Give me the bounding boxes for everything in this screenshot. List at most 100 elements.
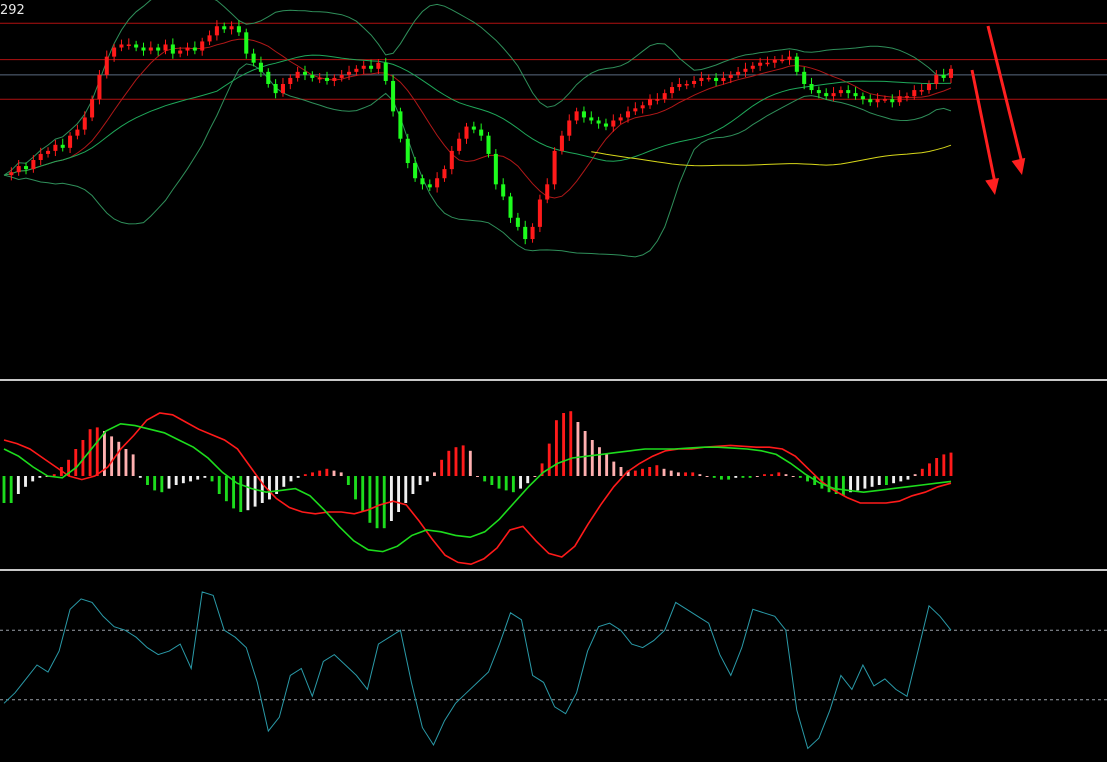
candle-body <box>919 90 924 92</box>
candle-body <box>758 62 763 66</box>
macd-histogram-bar <box>253 476 257 507</box>
candle-body <box>266 71 271 84</box>
candle-body <box>449 150 454 170</box>
candle-body <box>948 68 954 78</box>
macd-histogram-bar <box>899 476 903 482</box>
candle-body <box>214 26 219 36</box>
macd-histogram-bar <box>354 476 357 500</box>
candle-body <box>926 84 931 91</box>
macd-histogram-bar <box>712 476 716 478</box>
candle-body <box>405 138 410 164</box>
candle-body <box>339 74 344 78</box>
macd-histogram-bar <box>346 476 350 485</box>
macd-histogram-bar <box>569 411 573 476</box>
candle-body <box>435 178 440 188</box>
macd-histogram-bar <box>511 476 515 493</box>
candle-body <box>413 163 418 179</box>
candle-body <box>523 226 528 240</box>
candle-body <box>134 44 139 48</box>
candle-body <box>354 68 359 72</box>
macd-histogram-bar <box>174 476 178 485</box>
candle-body <box>809 84 814 91</box>
candle-body <box>229 26 234 30</box>
macd-histogram-bar <box>698 474 702 476</box>
ma-long-line <box>591 144 952 167</box>
candle-body <box>16 166 21 173</box>
candle-body <box>141 47 146 51</box>
candle-body <box>714 77 719 81</box>
candle-body <box>317 77 322 80</box>
macd-histogram-bar <box>181 476 185 484</box>
macd-histogram-bar <box>461 445 465 476</box>
candle-body <box>236 26 241 33</box>
candle-body <box>192 47 197 51</box>
candle-body <box>369 65 374 69</box>
candle-body <box>178 50 183 54</box>
candle-body <box>501 184 506 197</box>
macd-histogram-bar <box>382 476 386 529</box>
macd-histogram-bar <box>425 476 429 482</box>
candle-body <box>515 217 520 227</box>
trend-arrow-shaft <box>970 69 997 184</box>
macd-histogram-bar <box>38 476 42 478</box>
candle-body <box>273 84 278 94</box>
candle-body <box>780 59 785 62</box>
macd-histogram-bar <box>841 476 845 496</box>
candle-body <box>68 135 73 148</box>
candle-body <box>934 74 939 84</box>
trend-arrow-head <box>985 177 999 195</box>
candle-body <box>684 84 689 86</box>
ma-mid-line <box>3 54 952 176</box>
macd-histogram-bar <box>361 476 365 512</box>
candle-body <box>787 56 792 60</box>
chart-svg <box>0 0 1107 750</box>
macd-histogram-bar <box>246 476 250 511</box>
candle-body <box>185 47 190 51</box>
macd-histogram-bar <box>189 476 192 482</box>
candle-body <box>868 99 873 103</box>
candle-body <box>324 77 330 81</box>
macd-histogram-bar <box>619 467 623 476</box>
macd-histogram-bar <box>763 474 766 476</box>
macd-histogram-bar <box>827 476 831 493</box>
macd-histogram-bar <box>727 476 731 480</box>
candle-body <box>853 93 858 97</box>
macd-histogram-bar <box>935 458 939 476</box>
candle-body <box>24 166 29 170</box>
candle-body <box>46 150 51 154</box>
candle-body <box>420 178 425 185</box>
candle-body <box>699 77 704 81</box>
macd-histogram-bar <box>906 476 910 480</box>
candle-body <box>897 96 902 103</box>
macd-histogram-bar <box>884 476 888 485</box>
candle-body <box>537 199 542 227</box>
macd-histogram-bar <box>282 476 286 487</box>
candle-body <box>126 44 131 46</box>
candle-body <box>633 108 638 112</box>
macd-histogram-bar <box>476 476 479 477</box>
macd-histogram-bar <box>705 476 709 477</box>
macd-histogram-bar <box>95 427 99 476</box>
candle-body <box>882 99 887 101</box>
candle-body <box>156 47 161 51</box>
macd-histogram-bar <box>110 436 114 476</box>
macd-histogram-bar <box>533 476 537 477</box>
candle-body <box>207 35 212 42</box>
macd-histogram-bar <box>153 476 157 491</box>
candle-body <box>596 120 601 124</box>
macd-histogram-bar <box>138 476 142 478</box>
candle-body <box>38 153 43 160</box>
candle-body <box>838 90 843 94</box>
candle-body <box>559 135 564 151</box>
candle-body <box>244 32 249 54</box>
macd-histogram-bar <box>160 476 164 493</box>
candle-body <box>728 74 733 78</box>
macd-histogram-bar <box>318 470 322 476</box>
macd-histogram-bar <box>260 476 264 503</box>
candle-body <box>508 196 513 218</box>
candle-body <box>332 77 337 81</box>
candle-body <box>831 93 836 97</box>
macd-histogram-bar <box>949 452 953 476</box>
candle-body <box>383 62 388 81</box>
ma-fast-line <box>3 38 952 199</box>
